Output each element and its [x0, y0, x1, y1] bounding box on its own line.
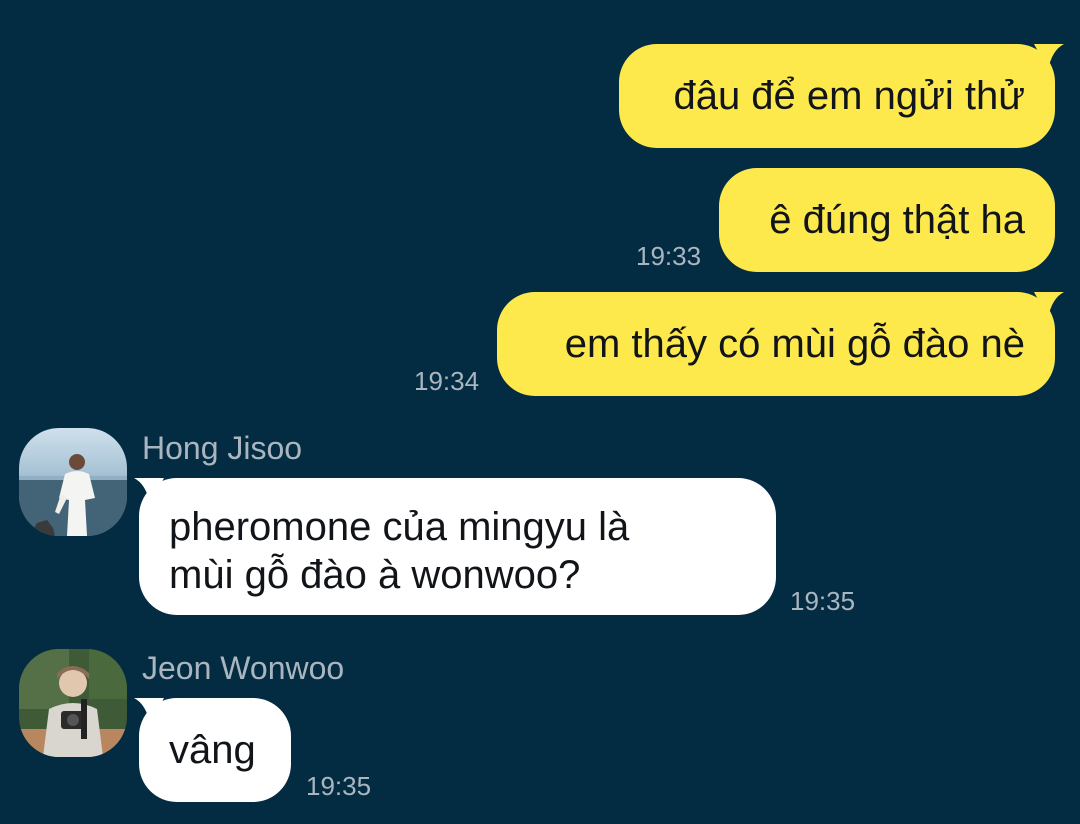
sender-name: Hong Jisoo: [142, 430, 303, 466]
their-message-bubble[interactable]: pheromone của mingyu là mùi gỗ đào à won…: [139, 478, 776, 615]
message-text: em thấy có mùi gỗ đào nè: [564, 322, 1025, 366]
man-by-sea-avatar[interactable]: [19, 428, 127, 536]
bubble-tail-icon: [134, 698, 164, 724]
message-text: đâu để em ngửi thử: [673, 74, 1025, 118]
message-text: vâng: [169, 728, 256, 772]
message-text-line: mùi gỗ đào à wonwoo?: [169, 553, 581, 597]
man-with-camera-avatar[interactable]: [19, 649, 127, 757]
my-message-bubble[interactable]: em thấy có mùi gỗ đào nè: [497, 292, 1055, 396]
sender-name: Jeon Wonwoo: [142, 650, 345, 686]
my-message-bubble[interactable]: đâu để em ngửi thử: [619, 44, 1055, 148]
message-timestamp: 19:34: [414, 366, 480, 396]
message-text: ê đúng thật ha: [769, 198, 1025, 242]
chat-window: đâu để em ngửi thử ê đúng thật ha 19:33 …: [0, 0, 1080, 824]
message-text-line: pheromone của mingyu là: [169, 505, 630, 549]
message-timestamp: 19:35: [790, 586, 856, 616]
bubble-tail-icon: [1034, 44, 1064, 70]
message-timestamp: 19:35: [306, 771, 372, 801]
bubble-tail-icon: [134, 478, 164, 504]
bubble-tail-icon: [1034, 292, 1064, 318]
message-timestamp: 19:33: [636, 241, 702, 271]
my-message-bubble[interactable]: ê đúng thật ha: [719, 168, 1055, 272]
